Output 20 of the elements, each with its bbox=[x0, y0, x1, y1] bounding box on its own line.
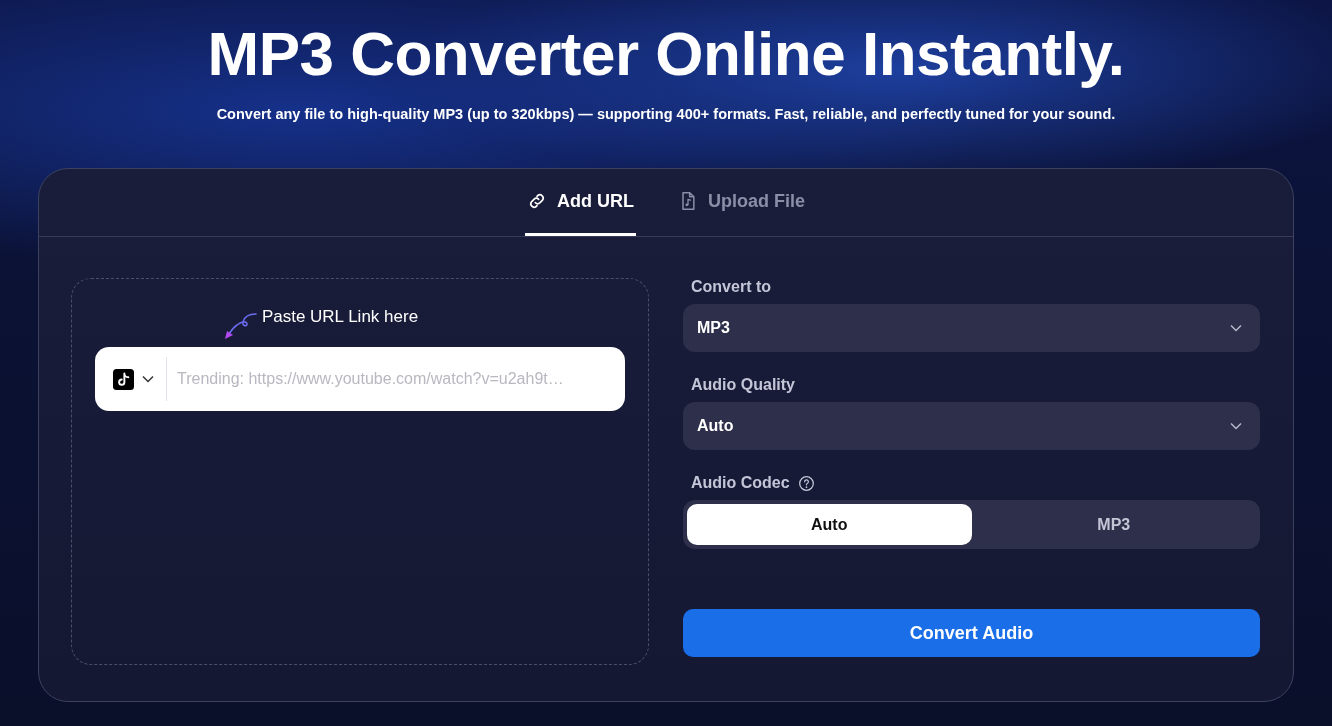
page-title: MP3 Converter Online Instantly. bbox=[207, 18, 1125, 90]
field-label: Audio Quality bbox=[690, 376, 796, 394]
codec-option[interactable]: MP3 bbox=[971, 504, 1256, 545]
format-dropdown[interactable]: MP3 bbox=[683, 304, 1260, 352]
chevron-down-icon bbox=[1230, 324, 1242, 332]
page-subtitle: Convert any file to high-quality MP3 (up to 320kbps) — supporting 400+ formats. Fast, reliable, and perfectly tuned for your sound. bbox=[216, 106, 1116, 122]
convert-button[interactable]: Convert Audio bbox=[683, 609, 1260, 657]
link-icon bbox=[527, 191, 547, 211]
field-label: Audio Codec bbox=[690, 474, 790, 492]
field-label: Convert to bbox=[690, 278, 772, 296]
music-note-icon bbox=[113, 368, 134, 390]
chevron-down-icon bbox=[142, 375, 154, 383]
codec-option[interactable]: Auto bbox=[687, 504, 972, 545]
help-icon[interactable] bbox=[797, 474, 815, 492]
paste-hint: Paste URL Link here bbox=[261, 307, 419, 327]
url-input-field[interactable]: Trending: https://www.youtube.com/watch?v=u2ah9t… bbox=[167, 370, 625, 388]
tab[interactable]: Upload File bbox=[676, 169, 807, 236]
tab[interactable]: Add URL bbox=[525, 169, 636, 236]
chevron-down-icon bbox=[1230, 422, 1242, 430]
quality-dropdown[interactable]: Auto bbox=[683, 402, 1260, 450]
